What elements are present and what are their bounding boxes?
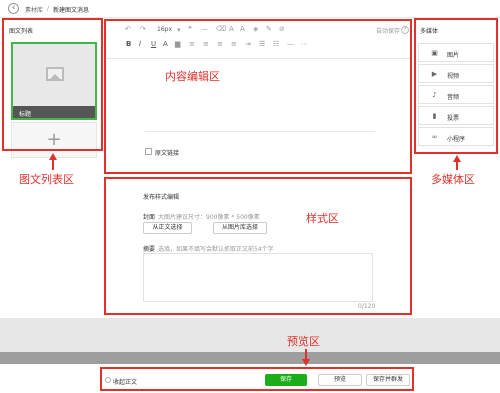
back-button[interactable]: ‹ — [8, 3, 19, 14]
top-nav: ‹ 素材库 / 新建图文消息 — [0, 0, 500, 18]
annotation-label-media: 多媒体区 — [431, 173, 475, 186]
annotation-arrowhead-preview — [302, 359, 310, 366]
annotation-arrow-list — [52, 159, 54, 170]
annotation-box-media — [414, 18, 498, 154]
breadcrumb-current: 新建图文消息 — [53, 7, 90, 14]
annotation-arrow-preview — [305, 349, 307, 359]
annotation-label-list: 图文列表区 — [19, 173, 74, 186]
annotation-box-preview — [100, 367, 414, 391]
annotation-arrow-media — [456, 161, 458, 170]
annotation-arrowhead-list — [49, 153, 57, 160]
annotation-label-preview: 预览区 — [287, 335, 320, 348]
annotation-box-content — [104, 19, 412, 174]
annotation-box-style — [104, 177, 412, 315]
annotation-label-style: 样式区 — [306, 212, 339, 225]
annotation-label-content: 内容编辑区 — [165, 70, 220, 83]
preview-backdrop-strip — [0, 352, 500, 364]
preview-backdrop — [0, 318, 500, 356]
breadcrumb-root[interactable]: 素材库 — [25, 5, 43, 14]
annotation-arrowhead-media — [453, 155, 461, 162]
breadcrumb-separator: / — [47, 5, 50, 12]
annotation-box-list — [2, 18, 103, 151]
